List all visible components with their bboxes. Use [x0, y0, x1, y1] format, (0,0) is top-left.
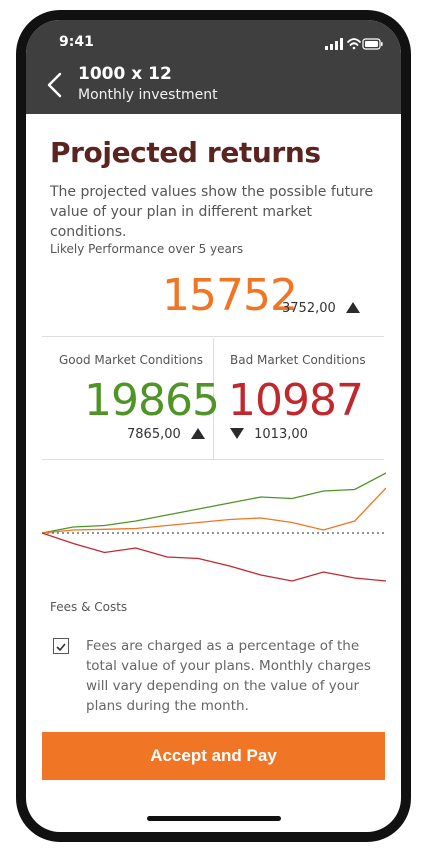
fees-costs-label: Fees & Costs	[50, 600, 128, 614]
bad-market-value: 10987	[228, 375, 364, 426]
back-button[interactable]	[46, 72, 64, 102]
header-title: 1000 x 12	[78, 64, 172, 84]
projection-chart	[42, 472, 386, 582]
checkmark-icon	[56, 643, 66, 652]
header: 9:41 1000 x 12 Monthly investment	[26, 20, 401, 114]
accept-and-pay-button[interactable]: Accept and Pay	[42, 732, 385, 780]
page-title: Projected returns	[50, 136, 321, 169]
good-market-value: 19865	[84, 375, 220, 426]
bad-delta-value: 1013,00	[254, 427, 308, 442]
screen: 9:41 1000 x 12 Monthly investment Projec…	[26, 20, 401, 832]
likely-delta-value: 3752,00	[282, 301, 336, 316]
home-indicator	[147, 816, 281, 821]
good-market-label: Good Market Conditions	[59, 353, 203, 367]
fees-checkbox[interactable]	[53, 638, 69, 654]
wifi-icon	[347, 38, 361, 50]
header-subtitle: Monthly investment	[78, 87, 218, 103]
arrow-down-icon	[230, 428, 244, 439]
good-delta-value: 7865,00	[127, 427, 181, 442]
bad-market-label: Bad Market Conditions	[230, 353, 366, 367]
likely-performance-label: Likely Performance over 5 years	[50, 242, 244, 256]
divider	[42, 336, 384, 337]
arrow-up-icon	[190, 428, 205, 439]
chart-series-line-3	[42, 532, 386, 582]
likely-delta: 3752,00	[282, 301, 360, 316]
bad-market-delta: 1013,00	[230, 427, 308, 442]
chart-series-line-1	[42, 472, 386, 534]
status-time: 9:41	[59, 34, 94, 50]
signal-icon	[325, 38, 343, 50]
divider	[42, 459, 384, 460]
status-icons	[325, 36, 383, 55]
good-market-delta: 7865,00	[127, 427, 205, 442]
fees-description: Fees are charged as a percentage of the …	[86, 638, 371, 714]
likely-value: 15752	[162, 270, 298, 321]
arrow-up-icon	[345, 302, 360, 313]
intro-text: The projected values show the possible f…	[50, 184, 374, 240]
battery-icon	[362, 38, 383, 50]
chevron-left-icon	[47, 72, 62, 98]
